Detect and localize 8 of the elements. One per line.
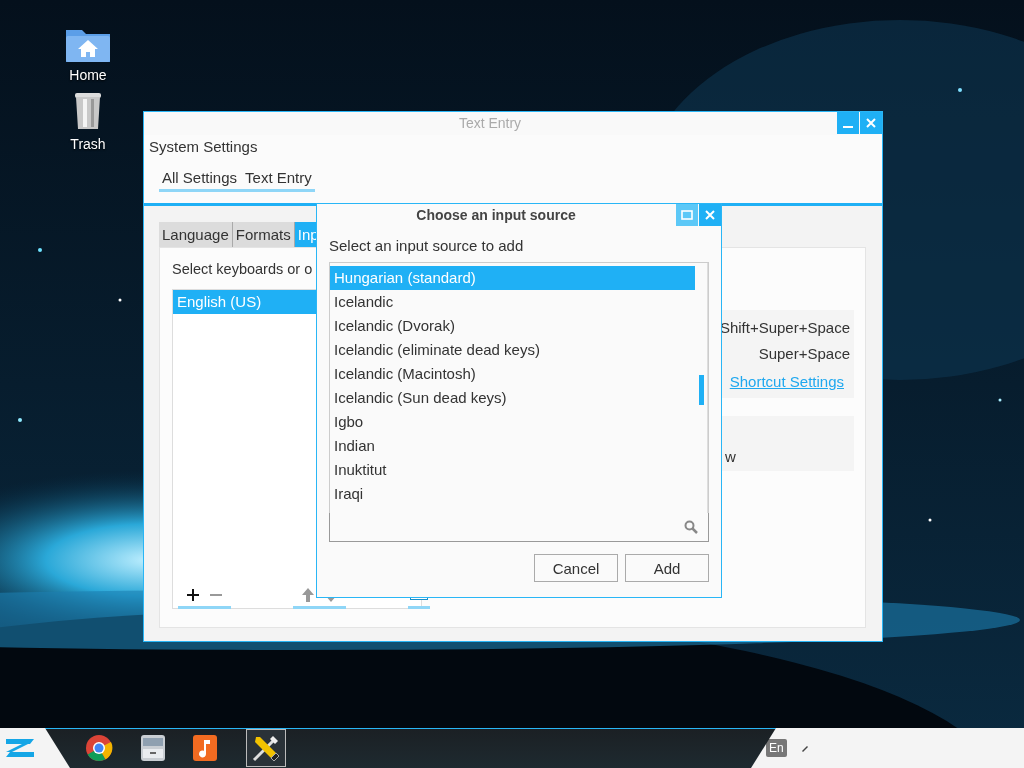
- shortcut-text: Super+Space: [758, 344, 850, 364]
- shortcut-text: Shift+Super+Space: [719, 318, 850, 338]
- prompt-text: Select an input source to add: [329, 237, 525, 254]
- instruction-text: Select keyboards or o: [172, 261, 314, 277]
- option-text: w: [725, 448, 736, 465]
- window-title: Text Entry: [457, 114, 523, 133]
- dialog-title: Choose an input source: [415, 206, 577, 225]
- header-title: System Settings: [149, 137, 259, 157]
